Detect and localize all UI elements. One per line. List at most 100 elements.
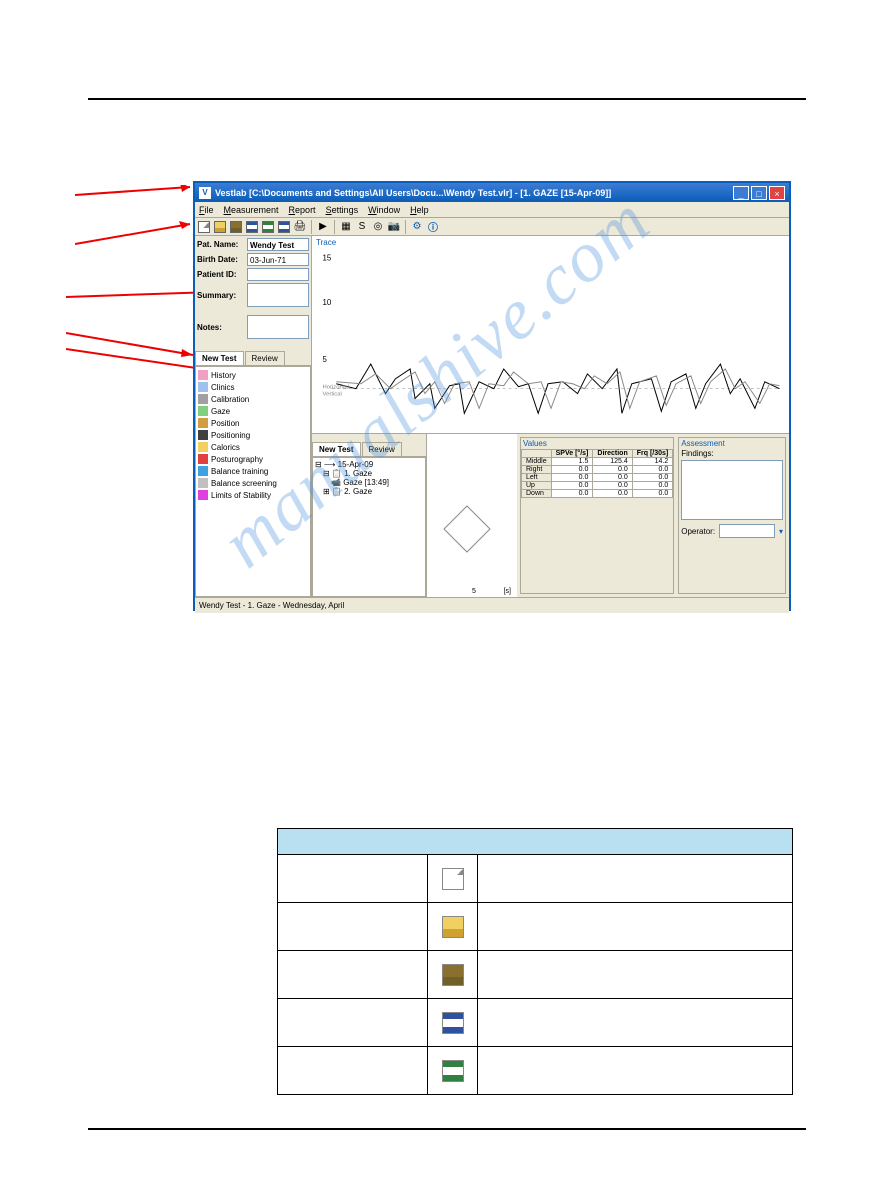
title-bar[interactable]: V Vestlab [C:\Documents and Settings\All…: [195, 183, 789, 202]
tool-icon[interactable]: ⚙: [410, 220, 424, 234]
id-field[interactable]: [247, 268, 309, 281]
open2-icon[interactable]: [229, 220, 243, 234]
test-item-posturography[interactable]: Posturography: [198, 453, 308, 465]
menu-measurement[interactable]: Measurement: [224, 205, 279, 215]
svg-text:Vertical: Vertical: [322, 392, 341, 398]
tree-tab-newtest[interactable]: New Test: [312, 442, 361, 456]
summary-field[interactable]: [247, 283, 309, 307]
minimize-button[interactable]: _: [733, 186, 749, 200]
operator-select[interactable]: [719, 524, 775, 538]
saveall-icon[interactable]: [277, 220, 291, 234]
menu-window[interactable]: Window: [368, 205, 400, 215]
birth-field[interactable]: 03-Jun-71: [247, 253, 309, 266]
table-row: [278, 999, 793, 1047]
findings-label: Findings:: [679, 449, 785, 458]
test-item-gaze[interactable]: Gaze: [198, 405, 308, 417]
tree-root[interactable]: ⊟ ⟶ 15-Apr-09: [315, 460, 423, 469]
operator-label: Operator:: [681, 527, 715, 536]
main-content: Pat. Name: Wendy Test Birth Date: 03-Jun…: [195, 236, 789, 597]
tree-item-1-sub[interactable]: 📹 Gaze [13:49]: [315, 478, 423, 487]
cell-icon-2: [428, 903, 478, 951]
new-icon[interactable]: [197, 220, 211, 234]
pat-name-label: Pat. Name:: [197, 240, 247, 249]
status-bar: Wendy Test - 1. Gaze - Wednesday, April: [195, 597, 789, 613]
tree-panel: New Test Review ⊟ ⟶ 15-Apr-09 ⊟ 📋 1. Gaz…: [312, 434, 427, 597]
close-button[interactable]: ×: [769, 186, 785, 200]
trace-chart: 15 10 5 Horizontal Vertical: [312, 236, 789, 433]
info-icon[interactable]: ⓘ: [426, 220, 440, 234]
cell-label-2: [278, 903, 428, 951]
notes-label: Notes:: [197, 323, 247, 332]
circle-icon[interactable]: ◎: [371, 220, 385, 234]
menu-report[interactable]: Report: [289, 205, 316, 215]
assessment-title: Assessment: [679, 438, 785, 449]
test-item-history[interactable]: History: [198, 369, 308, 381]
toolbar-sep-2: [334, 220, 335, 234]
header-rule: [88, 98, 806, 100]
test-item-limits[interactable]: Limits of Stability: [198, 489, 308, 501]
menu-bar: File Measurement Report Settings Window …: [195, 202, 789, 218]
cell-label-3: [278, 951, 428, 999]
table-row: Down0.00.00.0: [522, 490, 673, 498]
cell-label-4: [278, 999, 428, 1047]
open-folder2-icon: [442, 964, 464, 986]
test-item-positioning[interactable]: Positioning: [198, 429, 308, 441]
chart-panel: [s] 5: [427, 434, 517, 597]
findings-field[interactable]: [681, 460, 783, 520]
status-text: Wendy Test - 1. Gaze - Wednesday, April: [199, 601, 344, 610]
open-icon[interactable]: [213, 220, 227, 234]
test-list: History Clinics Calibration Gaze Positio…: [195, 366, 311, 597]
play-icon[interactable]: ▶: [316, 220, 330, 234]
values-table: SPVe [°/s] Direction Frq [/30s] Middle1.…: [521, 449, 673, 498]
cell-icon-5: [428, 1047, 478, 1095]
toolbar: 🖨 ▶ ▦ S ◎ 📷 ⚙ ⓘ: [195, 218, 789, 236]
window-title: Vestlab [C:\Documents and Settings\All U…: [215, 188, 733, 198]
id-label: Patient ID:: [197, 270, 247, 279]
cell-icon-1: [428, 855, 478, 903]
pat-name-field[interactable]: Wendy Test: [247, 238, 309, 251]
toolbar-sep-3: [405, 220, 406, 234]
table-row: [278, 903, 793, 951]
tree-item-2[interactable]: ⊞ 📋 2. Gaze: [315, 487, 423, 496]
save-icon[interactable]: [245, 220, 259, 234]
save2-icon[interactable]: [261, 220, 275, 234]
menu-help[interactable]: Help: [410, 205, 429, 215]
grid-icon[interactable]: ▦: [339, 220, 353, 234]
tree-item-1[interactable]: ⊟ 📋 1. Gaze: [315, 469, 423, 478]
cell-desc-1: [478, 855, 793, 903]
svg-text:10: 10: [322, 298, 331, 307]
cam-icon[interactable]: 📷: [387, 220, 401, 234]
table-header: [278, 829, 793, 855]
cell-icon-4: [428, 999, 478, 1047]
footer-rule: [88, 1128, 806, 1130]
test-item-position[interactable]: Position: [198, 417, 308, 429]
values-panel: Values SPVe [°/s] Direction Frq [/30s] M…: [517, 434, 789, 597]
test-item-calorics[interactable]: Calorics: [198, 441, 308, 453]
tab-review[interactable]: Review: [245, 351, 285, 365]
birth-label: Birth Date:: [197, 255, 247, 264]
test-item-clinics[interactable]: Clinics: [198, 381, 308, 393]
cell-icon-3: [428, 951, 478, 999]
svg-text:Horizontal: Horizontal: [322, 385, 349, 391]
tree-content: ⊟ ⟶ 15-Apr-09 ⊟ 📋 1. Gaze 📹 Gaze [13:49]…: [312, 457, 426, 597]
notes-field[interactable]: [247, 315, 309, 339]
summary-label: Summary:: [197, 291, 247, 300]
values-box: Values SPVe [°/s] Direction Frq [/30s] M…: [520, 437, 674, 594]
menu-settings[interactable]: Settings: [326, 205, 359, 215]
test-item-balance-screening[interactable]: Balance screening: [198, 477, 308, 489]
app-icon: V: [199, 187, 211, 199]
test-item-calibration[interactable]: Calibration: [198, 393, 308, 405]
tree-tab-review[interactable]: Review: [362, 442, 402, 456]
cell-desc-5: [478, 1047, 793, 1095]
tab-new-test[interactable]: New Test: [195, 351, 244, 365]
app-window: V Vestlab [C:\Documents and Settings\All…: [193, 181, 791, 611]
maximize-button[interactable]: □: [751, 186, 767, 200]
test-item-balance-training[interactable]: Balance training: [198, 465, 308, 477]
center-right: Trace 15 10 5 Horizontal Vertical: [312, 236, 789, 597]
dropdown-icon[interactable]: ▾: [779, 527, 783, 536]
print-icon[interactable]: 🖨: [293, 220, 307, 234]
values-title: Values: [521, 438, 673, 449]
s-icon[interactable]: S: [355, 220, 369, 234]
table-row: Left0.00.00.0: [522, 474, 673, 482]
menu-file[interactable]: File: [199, 205, 214, 215]
